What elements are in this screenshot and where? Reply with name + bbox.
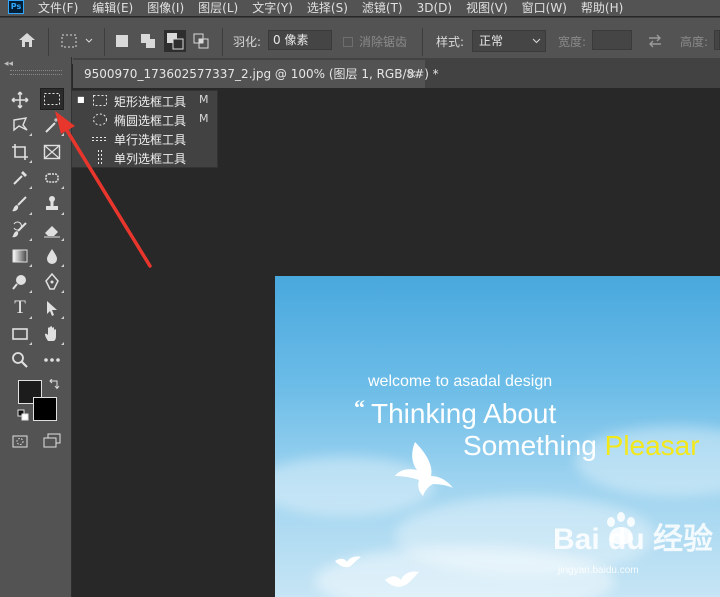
feather-label: 羽化: xyxy=(233,35,262,49)
screen-mode-icon[interactable] xyxy=(40,430,64,452)
height-input[interactable] xyxy=(714,30,720,50)
image-headline-line2: Something Pleasar xyxy=(463,430,700,462)
photoshop-logo: Ps xyxy=(8,0,24,14)
flyout-item-single-column-marquee[interactable]: 单列选框工具 xyxy=(72,148,217,167)
dodge-tool-icon[interactable] xyxy=(8,271,32,293)
gradient-tool-icon[interactable] xyxy=(8,245,32,267)
selected-bullet-icon: ■ xyxy=(77,95,85,104)
marquee-tools-flyout: ■ 矩形选框工具 M 椭圆选框工具 M 单行选框工具 单列选框工具 xyxy=(71,90,218,168)
hand-tool-icon[interactable] xyxy=(40,323,64,345)
image-quote-mark: “ xyxy=(354,395,365,420)
menu-edit[interactable]: 编辑(E) xyxy=(92,1,133,15)
rectangular-marquee-icon xyxy=(92,93,108,108)
feather-input[interactable]: 0 像素 xyxy=(268,30,332,50)
blur-tool-icon[interactable] xyxy=(40,245,64,267)
close-icon[interactable]: × xyxy=(407,60,417,88)
document-tab[interactable]: 9500970_173602577337_2.jpg @ 100% (图层 1,… xyxy=(73,60,439,88)
image-headline-line1: Thinking About xyxy=(371,398,557,429)
path-selection-tool-icon[interactable] xyxy=(40,297,64,319)
single-column-marquee-icon xyxy=(92,150,108,165)
quick-mask-icon[interactable] xyxy=(8,430,32,452)
elliptical-marquee-icon xyxy=(92,112,108,127)
width-label: 宽度: xyxy=(558,35,587,49)
small-dove-icon xyxy=(335,556,361,568)
chevron-down-icon xyxy=(532,31,541,57)
collapse-panel-icon[interactable]: ◂◂ xyxy=(4,59,13,69)
flyout-item-label: 矩形选框工具 xyxy=(114,95,187,109)
menu-image[interactable]: 图像(I) xyxy=(147,1,184,15)
flyout-item-shortcut: M xyxy=(199,93,209,106)
flyout-item-single-row-marquee[interactable]: 单行选框工具 xyxy=(72,129,217,148)
type-tool-icon[interactable]: T xyxy=(8,297,32,319)
more-tools-icon[interactable] xyxy=(40,349,64,371)
menu-type[interactable]: 文字(Y) xyxy=(252,1,293,15)
spot-healing-tool-icon[interactable] xyxy=(40,167,64,189)
history-brush-tool-icon[interactable] xyxy=(8,219,32,241)
document-tab-title: 9500970_173602577337_2.jpg @ 100% (图层 1,… xyxy=(84,67,439,81)
add-selection-icon[interactable] xyxy=(140,33,156,52)
brush-tool-icon[interactable] xyxy=(8,193,32,215)
swap-dimensions-icon[interactable] xyxy=(647,33,663,52)
background-color-swatch[interactable] xyxy=(33,397,57,421)
rectangular-marquee-tool-icon[interactable] xyxy=(40,88,64,110)
panel-grip[interactable] xyxy=(10,70,62,75)
small-dove-icon-2 xyxy=(385,571,419,587)
crop-tool-icon[interactable] xyxy=(8,141,32,163)
magic-wand-tool-icon[interactable] xyxy=(40,114,64,136)
pen-tool-icon[interactable] xyxy=(40,271,64,293)
flyout-item-label: 单列选框工具 xyxy=(114,152,187,166)
style-label: 样式: xyxy=(436,35,465,49)
lasso-tool-icon[interactable] xyxy=(8,114,32,136)
menu-help[interactable]: 帮助(H) xyxy=(581,1,623,15)
style-select-value: 正常 xyxy=(479,34,504,48)
image-headline-highlight: Pleasar xyxy=(604,430,700,461)
swap-colors-icon[interactable] xyxy=(48,378,60,394)
document-image[interactable]: welcome to asadal design “ Thinking Abou… xyxy=(275,276,720,597)
marquee-preset-icon[interactable] xyxy=(60,33,94,52)
menu-layer[interactable]: 图层(L) xyxy=(198,1,238,15)
menu-view[interactable]: 视图(V) xyxy=(466,1,508,15)
single-row-marquee-icon xyxy=(92,131,108,146)
subtract-selection-icon[interactable] xyxy=(164,30,186,52)
eyedropper-tool-icon[interactable] xyxy=(8,167,32,189)
default-colors-icon[interactable] xyxy=(17,409,29,424)
antialias-checkbox[interactable] xyxy=(343,37,353,47)
home-icon[interactable] xyxy=(18,32,36,51)
frame-tool-icon[interactable] xyxy=(40,141,64,163)
baidu-watermark-url: jingyan.baidu.com xyxy=(558,565,639,576)
move-tool-icon[interactable] xyxy=(8,89,32,111)
menu-list: 文件(F) 编辑(E) 图像(I) 图层(L) 文字(Y) 选择(S) 滤镜(T… xyxy=(38,0,623,16)
tools-panel: ◂◂ T xyxy=(0,57,72,597)
menu-filter[interactable]: 滤镜(T) xyxy=(362,1,403,15)
zoom-tool-icon[interactable] xyxy=(8,349,32,371)
image-headline-line2-prefix: Something xyxy=(463,430,605,461)
image-welcome-text: welcome to asadal design xyxy=(368,373,553,390)
flyout-item-elliptical-marquee[interactable]: 椭圆选框工具 M xyxy=(72,110,217,129)
menu-3d[interactable]: 3D(D) xyxy=(417,1,452,15)
flyout-item-rectangular-marquee[interactable]: ■ 矩形选框工具 M xyxy=(72,91,217,110)
baidu-watermark: Bai du 经验 xyxy=(553,523,714,556)
dove-icon xyxy=(395,442,453,496)
new-selection-icon[interactable] xyxy=(115,34,129,51)
height-label: 高度: xyxy=(680,35,709,49)
menu-bar: Ps 文件(F) 编辑(E) 图像(I) 图层(L) 文字(Y) 选择(S) 滤… xyxy=(0,0,720,16)
intersect-selection-icon[interactable] xyxy=(193,33,209,52)
clone-stamp-tool-icon[interactable] xyxy=(40,193,64,215)
menu-window[interactable]: 窗口(W) xyxy=(522,1,567,15)
flyout-item-shortcut: M xyxy=(199,112,209,125)
style-select[interactable]: 正常 xyxy=(472,30,546,52)
flyout-item-label: 椭圆选框工具 xyxy=(114,114,187,128)
menu-file[interactable]: 文件(F) xyxy=(38,1,78,15)
document-tab-bar: 9500970_173602577337_2.jpg @ 100% (图层 1,… xyxy=(73,58,720,88)
eraser-tool-icon[interactable] xyxy=(40,219,64,241)
rectangle-tool-icon[interactable] xyxy=(8,323,32,345)
antialias-label: 消除锯齿 xyxy=(359,35,408,49)
menu-select[interactable]: 选择(S) xyxy=(307,1,348,15)
flyout-item-label: 单行选框工具 xyxy=(114,133,187,147)
width-input[interactable] xyxy=(592,30,632,50)
